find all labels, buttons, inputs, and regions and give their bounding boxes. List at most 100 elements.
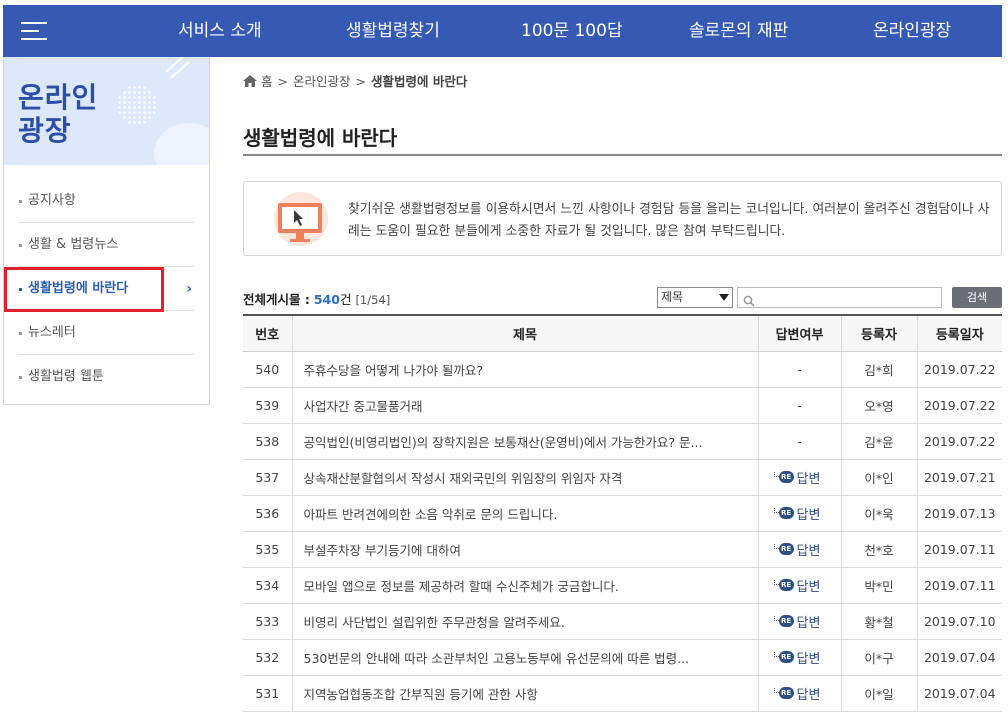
post-title-link[interactable]: 주휴수당을 어떻게 나가야 될까요? bbox=[304, 363, 484, 378]
answer-link[interactable]: RE 답변 bbox=[773, 468, 820, 487]
hamburger-icon[interactable] bbox=[21, 20, 47, 42]
top-navigation-bar: 서비스 소개 생활법령찾기 100문 100답 솔로몬의 재판 온라인광장 bbox=[3, 5, 1002, 57]
answer-label: 답변 bbox=[796, 579, 821, 595]
total-unit: 건 bbox=[339, 292, 352, 307]
decor-dotted-circle bbox=[117, 85, 157, 125]
table-row[interactable]: 539 사업자간 중고물품거래 - 오*영 2019.07.22 bbox=[243, 387, 1002, 424]
total-label: 전체게시물 : bbox=[243, 292, 310, 307]
writer: 박*민 bbox=[840, 567, 917, 604]
date: 2019.07.11 bbox=[916, 567, 1002, 604]
search-icon bbox=[743, 292, 755, 311]
post-title-cell: 비영리 사단법인 설립위한 주무관청을 알려주세요. bbox=[291, 603, 758, 640]
nav-item-100qa[interactable]: 100문 100답 bbox=[521, 5, 623, 57]
post-title-link[interactable]: 모바일 앱으로 정보를 제공하려 할때 수신주체가 궁금합니다. bbox=[304, 579, 619, 594]
nav-item-online-plaza[interactable]: 온라인광장 bbox=[873, 5, 951, 57]
date: 2019.07.04 bbox=[916, 639, 1002, 676]
answer-link[interactable]: RE 답변 bbox=[773, 612, 820, 631]
answer-status: RE 답변 bbox=[757, 639, 841, 676]
nav-item-solomon-trial[interactable]: 솔로몬의 재판 bbox=[689, 5, 788, 57]
post-title-link[interactable]: 아파트 반려견에의한 소음 악취로 문의 드립니다. bbox=[304, 507, 558, 522]
answer-status: RE 답변 bbox=[757, 531, 841, 568]
sidebar-title-line2: 광장 bbox=[18, 114, 72, 147]
nav-item-find-law[interactable]: 생활법령찾기 bbox=[346, 5, 440, 57]
table-body: 540 주휴수당을 어떻게 나가야 될까요? - 김*희 2019.07.22 539 사업… bbox=[243, 351, 1002, 712]
row-number: 537 bbox=[243, 459, 292, 496]
date: 2019.07.22 bbox=[916, 387, 1002, 424]
post-title-link[interactable]: 공익법인(비영리법인)의 장학지원은 보통재산(운영비)에서 가능한가요? 문.… bbox=[304, 435, 703, 450]
date: 2019.07.13 bbox=[916, 495, 1002, 532]
table-row[interactable]: 534 모바일 앱으로 정보를 제공하려 할때 수신주체가 궁금합니다. RE 답변 박… bbox=[243, 567, 1002, 604]
table-row[interactable]: 537 상속재산분할협의서 작성시 재외국민의 위임장의 위임자 자격 RE 답변 이*… bbox=[243, 459, 1002, 496]
answer-status: RE 답변 bbox=[757, 567, 841, 604]
sidebar-item-notice[interactable]: 공지사항 bbox=[18, 179, 194, 223]
post-title-link[interactable]: 부설주차장 부기등기에 대하여 bbox=[304, 543, 461, 558]
table-row[interactable]: 538 공익법인(비영리법인)의 장학지원은 보통재산(운영비)에서 가능한가요?… bbox=[243, 423, 1002, 460]
answer-link[interactable]: RE 답변 bbox=[773, 576, 821, 595]
home-icon[interactable] bbox=[243, 75, 257, 90]
post-title-cell: 상속재산분할협의서 작성시 재외국민의 위임장의 위임자 자격 bbox=[291, 459, 758, 496]
col-header-answer: 답변여부 bbox=[757, 314, 841, 352]
table-row[interactable]: 532 530번문의 안내에 따라 소관부처인 고용노동부에 유선문의에 따른 법… bbox=[243, 639, 1002, 676]
answer-link[interactable]: RE 답변 bbox=[773, 504, 820, 523]
breadcrumb-home[interactable]: 홈 bbox=[261, 74, 273, 89]
sidebar-menu: 공지사항 생활 & 법령뉴스 생활법령에 바란다 › 뉴스레터 생활법령 웹툰 bbox=[18, 179, 194, 399]
search-input[interactable] bbox=[758, 289, 938, 309]
post-title-link[interactable]: 지역농업협동조합 간부직원 등기에 관한 사항 bbox=[304, 687, 538, 702]
decor-circle bbox=[154, 123, 209, 165]
total-count: 전체게시물 : 540건 [1/54] bbox=[243, 289, 390, 308]
sidebar: 온라인 광장 공지사항 생활 & 법령뉴스 생활법령에 바란다 › 뉴스레터 생활… bbox=[3, 57, 210, 405]
dropdown-arrow-icon bbox=[719, 294, 729, 301]
sidebar-header: 온라인 광장 bbox=[4, 57, 209, 165]
answer-status: RE 답변 bbox=[757, 495, 841, 532]
search-button[interactable]: 검색 bbox=[952, 287, 1002, 308]
answer-status: RE 답변 bbox=[757, 603, 841, 640]
date: 2019.07.11 bbox=[916, 531, 1002, 568]
post-title-link[interactable]: 비영리 사단법인 설립위한 주무관청을 알려주세요. bbox=[304, 615, 565, 630]
page-info: [1/54] bbox=[355, 293, 391, 307]
page-title: 생활법령에 바란다 bbox=[243, 126, 398, 150]
table-row[interactable]: 531 지역농업협동조합 간부직원 등기에 관한 사항 RE 답변 이*일 2019.07… bbox=[243, 675, 1002, 712]
board-table: 번호 제목 답변여부 등록자 등록일자 540 주휴수당을 어떻게 나가야 될까요… bbox=[243, 314, 1002, 712]
post-title-link[interactable]: 사업자간 중고물품거래 bbox=[304, 399, 423, 414]
breadcrumb-separator: > bbox=[277, 74, 288, 89]
answer-label: 답변 bbox=[796, 543, 821, 559]
sidebar-item-label: 생활법령 웹툰 bbox=[28, 369, 104, 384]
table-row[interactable]: 536 아파트 반려견에의한 소음 악취로 문의 드립니다. RE 답변 이*욱 2019… bbox=[243, 495, 1002, 532]
nav-item-service-intro[interactable]: 서비스 소개 bbox=[178, 5, 262, 57]
reply-re-icon: RE bbox=[773, 615, 794, 628]
breadcrumb-parent[interactable]: 온라인광장 bbox=[293, 74, 351, 89]
table-row[interactable]: 540 주휴수당을 어떻게 나가야 될까요? - 김*희 2019.07.22 bbox=[243, 351, 1002, 388]
writer: 이*욱 bbox=[840, 495, 917, 532]
search-field-select[interactable]: 제목 bbox=[657, 287, 733, 308]
sidebar-item-newsletter[interactable]: 뉴스레터 bbox=[18, 311, 194, 355]
table-row[interactable]: 533 비영리 사단법인 설립위한 주무관청을 알려주세요. RE 답변 황*철 2019… bbox=[243, 603, 1002, 640]
sidebar-item-webtoon[interactable]: 생활법령 웹툰 bbox=[18, 355, 194, 399]
row-number: 540 bbox=[243, 351, 292, 388]
sidebar-item-wishes[interactable]: 생활법령에 바란다 › bbox=[18, 267, 194, 311]
row-number: 536 bbox=[243, 495, 292, 532]
bullet-icon bbox=[19, 244, 22, 247]
row-number: 533 bbox=[243, 603, 292, 640]
answer-link[interactable]: RE 답변 bbox=[773, 684, 820, 703]
post-title-link[interactable]: 530번문의 안내에 따라 소관부처인 고용노동부에 유선문의에 따른 법령..… bbox=[304, 651, 690, 666]
post-title-link[interactable]: 상속재산분할협의서 작성시 재외국민의 위임장의 위임자 자격 bbox=[304, 471, 623, 486]
bullet-icon bbox=[19, 332, 22, 335]
col-header-title: 제목 bbox=[291, 314, 758, 352]
reply-re-icon: RE bbox=[773, 579, 794, 592]
sidebar-item-label: 생활법령에 바란다 bbox=[28, 281, 129, 296]
row-number: 539 bbox=[243, 387, 292, 424]
sidebar-item-news[interactable]: 생활 & 법령뉴스 bbox=[18, 223, 194, 267]
table-row[interactable]: 535 부설주차장 부기등기에 대하여 RE 답변 천*호 2019.07.11 bbox=[243, 531, 1002, 568]
date: 2019.07.21 bbox=[916, 459, 1002, 496]
answer-link[interactable]: RE 답변 bbox=[773, 648, 820, 667]
writer: 김*윤 bbox=[840, 423, 917, 460]
writer: 황*철 bbox=[840, 603, 917, 640]
sidebar-title: 온라인 광장 bbox=[18, 81, 98, 147]
col-header-writer: 등록자 bbox=[840, 314, 917, 352]
answer-link[interactable]: RE 답변 bbox=[773, 540, 821, 559]
sidebar-item-label: 뉴스레터 bbox=[28, 325, 76, 340]
date: 2019.07.22 bbox=[916, 351, 1002, 388]
post-title-cell: 사업자간 중고물품거래 bbox=[291, 387, 758, 424]
table-header-row: 번호 제목 답변여부 등록자 등록일자 bbox=[243, 314, 1002, 352]
row-number: 534 bbox=[243, 567, 292, 604]
